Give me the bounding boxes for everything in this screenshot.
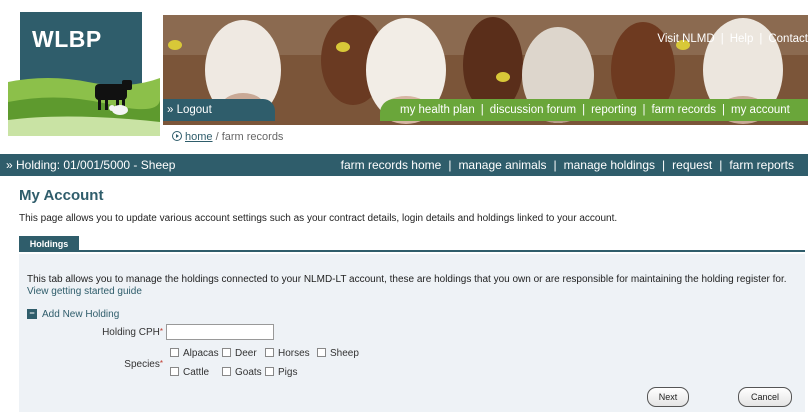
- farm-records-home-link[interactable]: farm records home: [341, 158, 442, 172]
- logout-link[interactable]: » Logout: [163, 99, 275, 121]
- collapse-minus-icon: −: [27, 309, 37, 320]
- required-asterisk: *: [159, 327, 163, 336]
- nav-farm-records[interactable]: farm records: [651, 104, 716, 116]
- checkbox-label: Horses: [278, 348, 310, 359]
- checkbox-icon: [222, 348, 231, 357]
- nav-my-account[interactable]: my account: [731, 104, 790, 116]
- site-header: WLBP Visit NLMD | Help | Contact » Logou…: [0, 0, 808, 148]
- top-utility-links: Visit NLMD | Help | Contact: [657, 33, 808, 45]
- holding-cph-input[interactable]: [166, 324, 274, 340]
- add-new-holding-toggle[interactable]: − Add New Holding: [27, 309, 119, 320]
- separator: |: [480, 104, 484, 116]
- farm-reports-link[interactable]: farm reports: [729, 158, 794, 172]
- breadcrumb: home / farm records: [172, 130, 283, 143]
- separator: |: [720, 33, 724, 45]
- holdings-description: This tab allows you to manage the holdin…: [27, 274, 795, 298]
- page-title: My Account: [19, 187, 104, 204]
- help-link[interactable]: Help: [730, 33, 754, 45]
- contact-link[interactable]: Contact: [768, 33, 808, 45]
- request-link[interactable]: request: [672, 158, 712, 172]
- species-checkbox-pigs[interactable]: Pigs: [265, 367, 297, 378]
- species-label: Species*: [109, 359, 163, 370]
- nav-discussion-forum[interactable]: discussion forum: [490, 104, 576, 116]
- holding-cph-label-text: Holding CPH: [102, 327, 160, 338]
- current-holding[interactable]: » Holding: 01/001/5000 - Sheep: [6, 154, 175, 176]
- species-label-text: Species: [124, 359, 160, 370]
- holding-nav-links: farm records home | manage animals | manage …: [341, 154, 794, 176]
- checkbox-label: Alpacas: [183, 348, 219, 359]
- nav-reporting[interactable]: reporting: [591, 104, 636, 116]
- holding-cph-label: Holding CPH*: [97, 327, 163, 338]
- checkbox-icon: [317, 348, 326, 357]
- tab-strip: Holdings: [19, 236, 805, 252]
- separator: |: [642, 104, 646, 116]
- separator: |: [553, 158, 557, 172]
- manage-animals-link[interactable]: manage animals: [458, 158, 546, 172]
- checkbox-label: Goats: [235, 367, 262, 378]
- species-checkbox-horses[interactable]: Horses: [265, 348, 310, 359]
- required-asterisk: *: [159, 359, 163, 368]
- separator: |: [719, 158, 723, 172]
- holdings-description-text: This tab allows you to manage the holdin…: [27, 274, 787, 285]
- holding-nav-bar: » Holding: 01/001/5000 - Sheep farm reco…: [0, 154, 808, 176]
- checkbox-icon: [265, 367, 274, 376]
- site-logo[interactable]: WLBP: [8, 12, 160, 136]
- species-checkbox-alpacas[interactable]: Alpacas: [170, 348, 219, 359]
- next-button[interactable]: Next: [647, 387, 689, 407]
- main-nav: my health plan | discussion forum | reportin…: [380, 99, 808, 121]
- separator: |: [582, 104, 586, 116]
- add-new-holding-label: Add New Holding: [42, 309, 120, 320]
- separator: |: [722, 104, 726, 116]
- checkbox-icon: [265, 348, 274, 357]
- separator: |: [448, 158, 452, 172]
- cancel-button[interactable]: Cancel: [738, 387, 792, 407]
- checkbox-icon: [170, 348, 179, 357]
- manage-holdings-link[interactable]: manage holdings: [564, 158, 655, 172]
- breadcrumb-current: / farm records: [212, 131, 284, 143]
- species-checkbox-sheep[interactable]: Sheep: [317, 348, 359, 359]
- breadcrumb-home-link[interactable]: home: [185, 131, 213, 143]
- holdings-panel: This tab allows you to manage the holdin…: [19, 254, 805, 412]
- breadcrumb-arrow-icon: [172, 131, 182, 141]
- checkbox-label: Sheep: [330, 348, 359, 359]
- separator: |: [759, 33, 763, 45]
- checkbox-label: Pigs: [278, 367, 298, 378]
- visit-nlmd-link[interactable]: Visit NLMD: [657, 33, 714, 45]
- logo-text: WLBP: [32, 26, 102, 52]
- checkbox-icon: [222, 367, 231, 376]
- separator: |: [662, 158, 666, 172]
- checkbox-label: Cattle: [183, 367, 210, 378]
- getting-started-guide-link[interactable]: View getting started guide: [27, 286, 142, 297]
- species-checkbox-deer[interactable]: Deer: [222, 348, 257, 359]
- species-checkbox-goats[interactable]: Goats: [222, 367, 262, 378]
- tab-holdings[interactable]: Holdings: [19, 236, 79, 252]
- checkbox-icon: [170, 367, 179, 376]
- page-intro: This page allows you to update various a…: [19, 213, 618, 224]
- nav-my-health-plan[interactable]: my health plan: [400, 104, 475, 116]
- checkbox-label: Deer: [235, 348, 257, 359]
- species-checkbox-cattle[interactable]: Cattle: [170, 367, 209, 378]
